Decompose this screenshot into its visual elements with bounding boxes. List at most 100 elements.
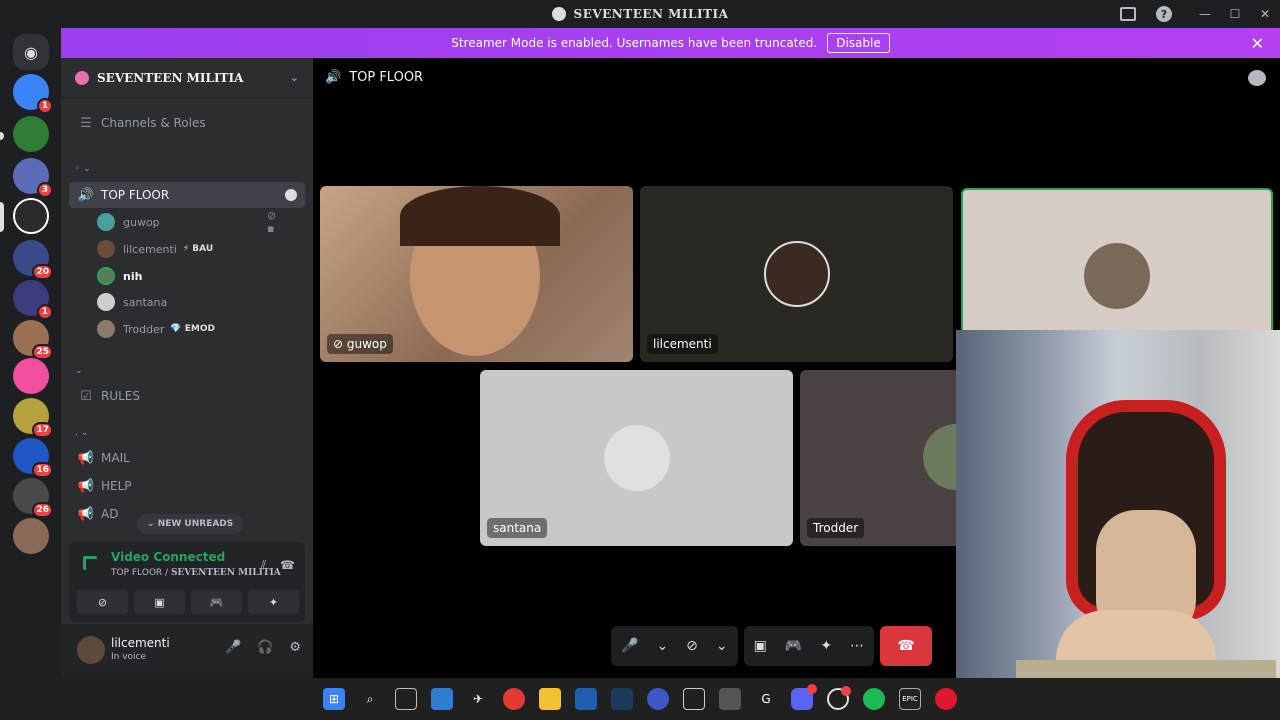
unread-badge: 3: [37, 182, 53, 198]
announcement-icon: 📢: [77, 450, 95, 466]
steam-icon[interactable]: [611, 688, 633, 710]
photos-icon[interactable]: [431, 688, 453, 710]
rules-icon: ☑: [80, 388, 92, 404]
disconnect-button[interactable]: ☎: [880, 626, 933, 666]
server-header[interactable]: SEVENTEEN MILITIA ⌄: [61, 58, 313, 98]
server-icon[interactable]: 3: [13, 158, 53, 198]
user-status: In voice: [111, 652, 147, 662]
category-header[interactable]: ◦ ⌄: [75, 164, 91, 174]
username: lilcementi: [111, 636, 170, 650]
voice-user[interactable]: guwop ⊘ ▪: [97, 209, 276, 235]
window-title-text: SEVENTEEN MILITIA: [573, 7, 729, 21]
avatar[interactable]: [77, 636, 105, 664]
avatar: [603, 425, 670, 491]
video-tile-santana[interactable]: santana: [480, 370, 793, 546]
channels-roles[interactable]: ☰ Channels & Roles: [69, 110, 305, 136]
soundboard-icon[interactable]: ✦: [820, 638, 832, 654]
server-badge-icon: [75, 70, 89, 85]
app-icon[interactable]: ✈: [467, 688, 489, 710]
close-window-button[interactable]: ✕: [1250, 0, 1280, 28]
server-icon-seventeen-militia[interactable]: [13, 198, 49, 234]
server-icon[interactable]: [13, 358, 49, 394]
avatar: [97, 213, 115, 231]
task-view-icon[interactable]: [395, 688, 417, 710]
windows-icon[interactable]: ⊞: [323, 688, 345, 710]
camera-icon[interactable]: [719, 688, 741, 710]
minimize-button[interactable]: —: [1190, 0, 1220, 28]
discord-app: SEVENTEEN MILITIA ? — ☐ ✕ Streamer Mode …: [0, 0, 1280, 720]
discord-icon[interactable]: [791, 684, 817, 710]
discord-icon[interactable]: ◉: [13, 34, 49, 70]
search-icon[interactable]: ⌕: [359, 688, 381, 710]
tile-name: ⊘ guwop: [327, 334, 393, 354]
epic-icon[interactable]: EPIC: [899, 688, 921, 710]
voice-user-name: santana: [123, 295, 168, 309]
server-icon[interactable]: 1: [13, 74, 53, 114]
app-icon-3[interactable]: [647, 688, 669, 710]
file-explorer-icon[interactable]: [539, 688, 561, 710]
disconnect-icon[interactable]: ☎: [280, 558, 295, 573]
unread-indicator: [0, 132, 4, 140]
video-tile-lilcementi[interactable]: lilcementi: [640, 186, 953, 362]
voice-user[interactable]: Trodder 💎 EMOD: [97, 317, 215, 341]
chat-icon[interactable]: [1248, 70, 1266, 86]
camera-off-icon[interactable]: ⊘: [686, 638, 698, 654]
activity-button[interactable]: 🎮: [191, 590, 242, 614]
signal-icon[interactable]: [83, 556, 97, 570]
channel-help[interactable]: 📢 HELP: [69, 473, 305, 499]
voice-user[interactable]: lilcementi ⚡ BAU: [97, 237, 213, 261]
noise-suppression-icon[interactable]: ⫽: [261, 558, 266, 573]
microphone-icon[interactable]: 🎤: [621, 638, 638, 654]
share-screen-icon[interactable]: ▣: [754, 638, 767, 654]
avatar: [97, 267, 115, 285]
close-icon[interactable]: ✕: [1251, 34, 1264, 53]
video-tile-guwop[interactable]: ⊘ guwop: [320, 186, 633, 362]
category-header[interactable]: . ⌄: [75, 428, 88, 438]
headphones-icon[interactable]: 🎧: [257, 640, 273, 655]
soundboard-button[interactable]: ✦: [248, 590, 299, 614]
selected-indicator: [0, 202, 4, 232]
chrome-icon[interactable]: [503, 688, 525, 710]
server-icon[interactable]: 16: [13, 438, 53, 478]
app-icon-2[interactable]: [575, 688, 597, 710]
chevron-down-icon[interactable]: ⌄: [656, 638, 668, 654]
server-icon[interactable]: 1: [13, 280, 53, 320]
app-icon-5[interactable]: [827, 686, 851, 710]
new-unreads-button[interactable]: ⌄ NEW UNREADS: [137, 514, 244, 534]
channel-label: RULES: [101, 389, 141, 403]
activity-icon[interactable]: 🎮: [785, 638, 802, 654]
server-icon[interactable]: 17: [13, 398, 53, 438]
server-icon[interactable]: 25: [13, 320, 53, 360]
server-icon[interactable]: 20: [13, 240, 53, 280]
app-icon-4[interactable]: G: [755, 688, 777, 710]
channel-label: AD: [101, 507, 119, 521]
server-icon[interactable]: [13, 116, 49, 152]
gear-icon[interactable]: ⚙: [289, 640, 301, 655]
disable-button[interactable]: Disable: [827, 33, 890, 53]
chevron-down-icon: ⌄: [289, 71, 299, 84]
chat-icon[interactable]: [285, 189, 297, 201]
video-tile-trodder[interactable]: Trodder: [800, 370, 960, 546]
camera-off-button[interactable]: ⊘: [77, 590, 128, 614]
voice-user[interactable]: santana: [97, 290, 167, 314]
voice-panel-icons: ⫽ ☎: [261, 558, 295, 573]
category-header[interactable]: ⌄: [75, 366, 83, 376]
opera-icon[interactable]: [935, 688, 957, 710]
server-icon[interactable]: 26: [13, 478, 53, 518]
avatar: [1084, 243, 1150, 309]
voice-location[interactable]: TOP FLOOR / SEVENTEEN MILITIA: [111, 568, 281, 578]
chevron-down-icon[interactable]: ⌄: [716, 638, 728, 654]
snipping-icon[interactable]: [683, 688, 705, 710]
more-icon[interactable]: ⋯: [850, 638, 864, 654]
help-icon[interactable]: ?: [1156, 6, 1172, 22]
inbox-icon[interactable]: [1120, 7, 1136, 21]
share-screen-button[interactable]: ▣: [134, 590, 185, 614]
server-icon[interactable]: [13, 518, 49, 554]
microphone-icon[interactable]: 🎤: [225, 640, 241, 655]
maximize-button[interactable]: ☐: [1220, 0, 1250, 28]
channel-mail[interactable]: 📢 MAIL: [69, 445, 305, 471]
spotify-icon[interactable]: [863, 688, 885, 710]
channel-rules[interactable]: ☑ RULES: [69, 383, 305, 409]
voice-channel-top-floor[interactable]: 🔊 TOP FLOOR: [69, 182, 305, 208]
voice-user[interactable]: nih: [97, 264, 142, 288]
